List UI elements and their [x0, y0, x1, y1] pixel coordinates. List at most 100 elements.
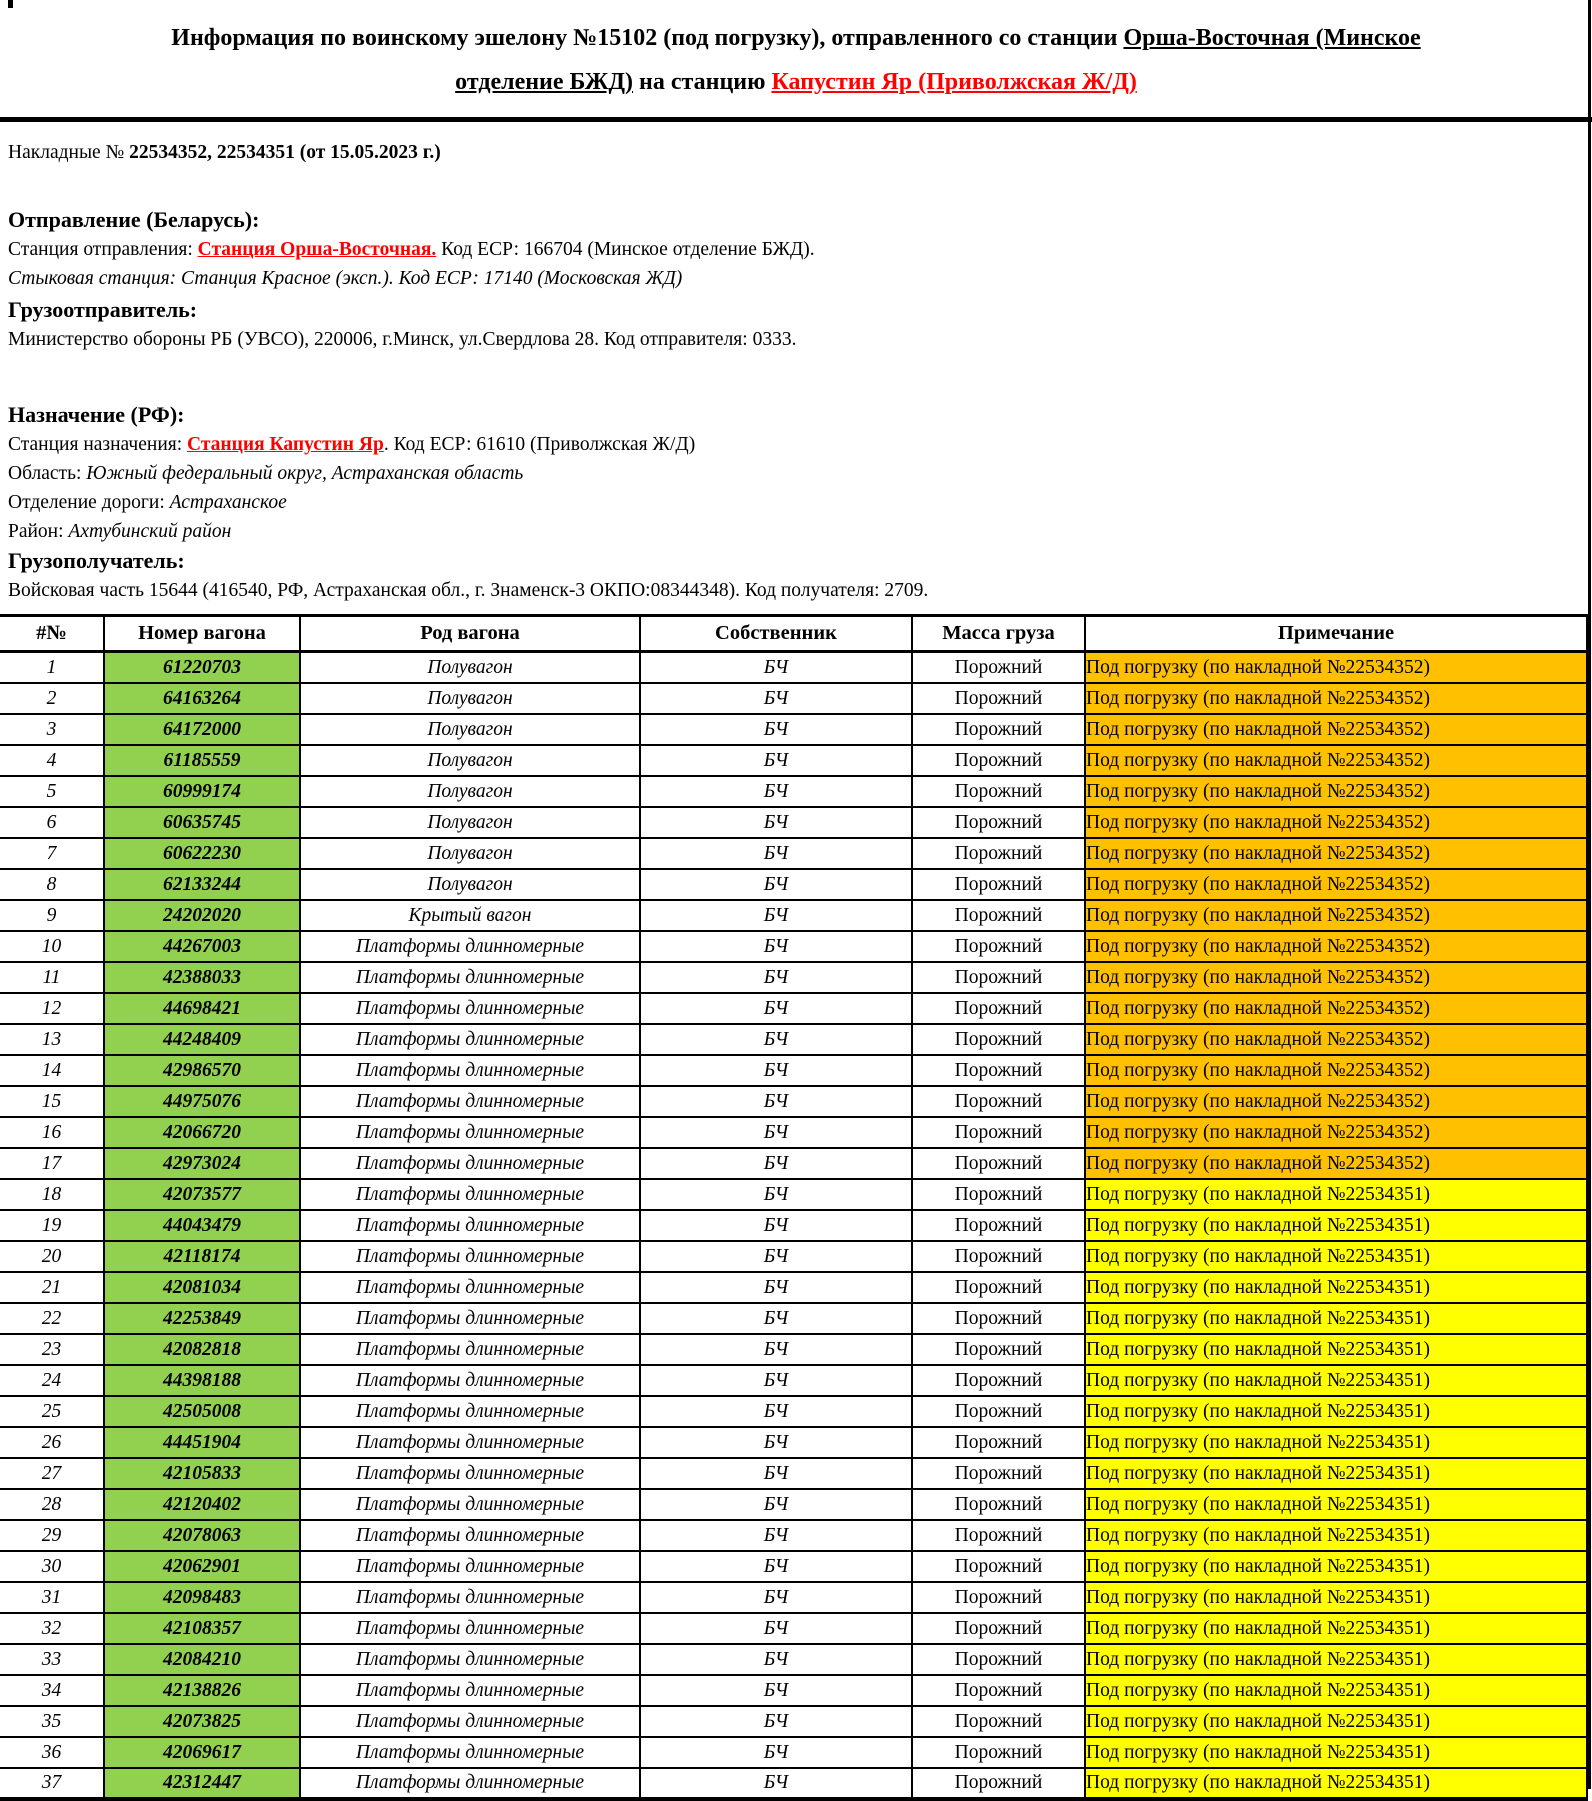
- cell-row-number: 7: [0, 838, 104, 869]
- district-line: Район: Ахтубинский район: [8, 517, 1592, 546]
- departure-station-value: Станция Орша-Восточная.: [198, 239, 437, 260]
- shipper-heading: Грузоотправитель:: [8, 295, 1592, 325]
- table-row: 1044267003Платформы длинномерныеБЧПорожн…: [0, 931, 1587, 962]
- table-row: 1742973024Платформы длинномерныеБЧПорожн…: [0, 1148, 1587, 1179]
- cell-wagon-type: Платформы длинномерные: [300, 1582, 640, 1613]
- table-row: 161220703ПолувагонБЧПорожнийПод погрузку…: [0, 652, 1587, 683]
- cell-cargo-mass: Порожний: [912, 1055, 1085, 1086]
- cell-wagon-number: 42066720: [104, 1117, 300, 1148]
- cell-note: Под погрузку (по накладной №22534351): [1085, 1427, 1587, 1458]
- cell-owner: БЧ: [640, 1365, 912, 1396]
- division-value: Астраханское: [170, 492, 287, 513]
- cell-owner: БЧ: [640, 1024, 912, 1055]
- title-text-2: на станцию: [633, 69, 771, 95]
- cell-owner: БЧ: [640, 1551, 912, 1582]
- cell-row-number: 34: [0, 1675, 104, 1706]
- cell-wagon-type: Платформы длинномерные: [300, 1644, 640, 1675]
- cell-wagon-number: 44451904: [104, 1427, 300, 1458]
- table-row: 660635745ПолувагонБЧПорожнийПод погрузку…: [0, 807, 1587, 838]
- destination-station-value: Станция Капустин Яр: [187, 434, 384, 455]
- cell-row-number: 12: [0, 993, 104, 1024]
- cell-row-number: 26: [0, 1427, 104, 1458]
- division-label: Отделение дороги:: [8, 492, 170, 513]
- cell-cargo-mass: Порожний: [912, 1148, 1085, 1179]
- cell-cargo-mass: Порожний: [912, 1427, 1085, 1458]
- cell-wagon-number: 42312447: [104, 1768, 300, 1799]
- destination-station-label: Станция назначения:: [8, 434, 187, 455]
- cell-wagon-type: Платформы длинномерные: [300, 1365, 640, 1396]
- cell-wagon-number: 62133244: [104, 869, 300, 900]
- cell-cargo-mass: Порожний: [912, 1675, 1085, 1706]
- cell-owner: БЧ: [640, 1303, 912, 1334]
- cell-row-number: 23: [0, 1334, 104, 1365]
- cell-wagon-type: Платформы длинномерные: [300, 1334, 640, 1365]
- cell-note: Под погрузку (по накладной №22534352): [1085, 652, 1587, 683]
- cell-wagon-type: Платформы длинномерные: [300, 962, 640, 993]
- cell-note: Под погрузку (по накладной №22534352): [1085, 714, 1587, 745]
- cell-wagon-number: 42388033: [104, 962, 300, 993]
- cell-row-number: 20: [0, 1241, 104, 1272]
- consignee-heading: Грузополучатель:: [8, 546, 1592, 576]
- cell-note: Под погрузку (по накладной №22534352): [1085, 869, 1587, 900]
- cell-note: Под погрузку (по накладной №22534352): [1085, 745, 1587, 776]
- cell-wagon-type: Платформы длинномерные: [300, 1489, 640, 1520]
- district-label: Район:: [8, 521, 68, 542]
- cell-cargo-mass: Порожний: [912, 1520, 1085, 1551]
- cell-note: Под погрузку (по накладной №22534352): [1085, 1117, 1587, 1148]
- cell-owner: БЧ: [640, 1179, 912, 1210]
- table-row: 2142081034Платформы длинномерныеБЧПорожн…: [0, 1272, 1587, 1303]
- cell-wagon-type: Платформы длинномерные: [300, 1303, 640, 1334]
- table-row: 1244698421Платформы длинномерныеБЧПорожн…: [0, 993, 1587, 1024]
- cell-row-number: 32: [0, 1613, 104, 1644]
- cell-wagon-number: 64172000: [104, 714, 300, 745]
- cell-note: Под погрузку (по накладной №22534352): [1085, 683, 1587, 714]
- region-line: Область: Южный федеральный округ, Астрах…: [8, 459, 1592, 488]
- cell-cargo-mass: Порожний: [912, 1489, 1085, 1520]
- table-row: 2242253849Платформы длинномерныеБЧПорожн…: [0, 1303, 1587, 1334]
- column-header-2: Род вагона: [300, 616, 640, 652]
- info-section: Накладные № 22534352, 22534351 (от 15.05…: [8, 138, 1592, 605]
- cell-wagon-number: 42505008: [104, 1396, 300, 1427]
- cell-wagon-number: 42986570: [104, 1055, 300, 1086]
- cell-wagon-type: Платформы длинномерные: [300, 1086, 640, 1117]
- cell-wagon-type: Полувагон: [300, 683, 640, 714]
- title-line-1: Информация по воинскому эшелону №15102 (…: [40, 16, 1552, 60]
- cell-wagon-number: 44975076: [104, 1086, 300, 1117]
- cell-owner: БЧ: [640, 1644, 912, 1675]
- cell-row-number: 14: [0, 1055, 104, 1086]
- cell-wagon-type: Платформы длинномерные: [300, 1768, 640, 1799]
- column-header-1: Номер вагона: [104, 616, 300, 652]
- cell-cargo-mass: Порожний: [912, 1179, 1085, 1210]
- cell-wagon-number: 42253849: [104, 1303, 300, 1334]
- cell-wagon-type: Платформы длинномерные: [300, 1272, 640, 1303]
- cell-note: Под погрузку (по накладной №22534351): [1085, 1675, 1587, 1706]
- cell-wagon-number: 42138826: [104, 1675, 300, 1706]
- cell-wagon-type: Платформы длинномерные: [300, 1613, 640, 1644]
- cell-cargo-mass: Порожний: [912, 1024, 1085, 1055]
- table-row: 2644451904Платформы длинномерныеБЧПорожн…: [0, 1427, 1587, 1458]
- departure-heading: Отправление (Беларусь):: [8, 205, 1592, 235]
- cell-note: Под погрузку (по накладной №22534351): [1085, 1334, 1587, 1365]
- cell-row-number: 30: [0, 1551, 104, 1582]
- cell-owner: БЧ: [640, 1675, 912, 1706]
- cell-wagon-number: 61185559: [104, 745, 300, 776]
- cell-owner: БЧ: [640, 1489, 912, 1520]
- cell-cargo-mass: Порожний: [912, 962, 1085, 993]
- cell-note: Под погрузку (по накладной №22534351): [1085, 1644, 1587, 1675]
- cell-note: Под погрузку (по накладной №22534351): [1085, 1303, 1587, 1334]
- district-value: Ахтубинский район: [68, 521, 231, 542]
- cell-owner: БЧ: [640, 714, 912, 745]
- region-label: Область:: [8, 463, 86, 484]
- cell-row-number: 3: [0, 714, 104, 745]
- table-row: 3142098483Платформы длинномерныеБЧПорожн…: [0, 1582, 1587, 1613]
- cell-note: Под погрузку (по накладной №22534352): [1085, 1055, 1587, 1086]
- cell-row-number: 21: [0, 1272, 104, 1303]
- departure-station-rest: Код ЕСР: 166704 (Минское отделение БЖД).: [436, 239, 814, 260]
- table-row: 3042062901Платформы длинномерныеБЧПорожн…: [0, 1551, 1587, 1582]
- title-corner-tick: [8, 0, 13, 8]
- consignee-line: Войсковая часть 15644 (416540, РФ, Астра…: [8, 576, 1592, 605]
- table-row: 3742312447Платформы длинномерныеБЧПорожн…: [0, 1768, 1587, 1799]
- table-row: 1642066720Платформы длинномерныеБЧПорожн…: [0, 1117, 1587, 1148]
- cell-owner: БЧ: [640, 1396, 912, 1427]
- cell-row-number: 11: [0, 962, 104, 993]
